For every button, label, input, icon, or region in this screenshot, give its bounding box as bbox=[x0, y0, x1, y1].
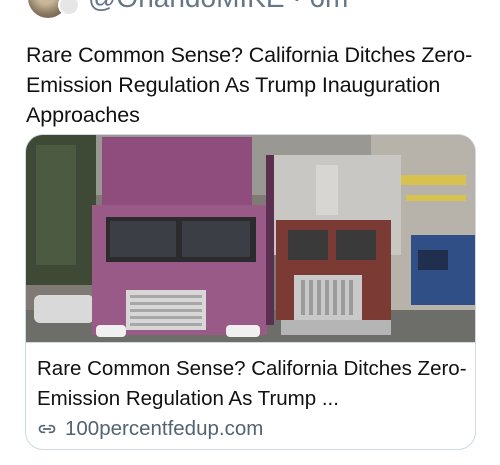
tweet-header: @OhandoMIKE · 6m bbox=[0, 0, 500, 26]
link-card[interactable]: Rare Common Sense? California Ditches Ze… bbox=[25, 134, 476, 450]
link-icon bbox=[38, 424, 56, 434]
card-domain[interactable]: 100percentfedup.com bbox=[37, 417, 263, 441]
card-domain-text: 100percentfedup.com bbox=[65, 417, 264, 440]
card-title[interactable]: Rare Common Sense? California Ditches Ze… bbox=[37, 354, 467, 414]
avatar-badge bbox=[58, 0, 80, 16]
tweet-text: Rare Common Sense? California Ditches Ze… bbox=[26, 43, 473, 127]
card-image[interactable] bbox=[26, 135, 475, 342]
author-handle[interactable]: @OhandoMIKE · 6m bbox=[88, 0, 348, 14]
card-divider bbox=[26, 342, 475, 343]
